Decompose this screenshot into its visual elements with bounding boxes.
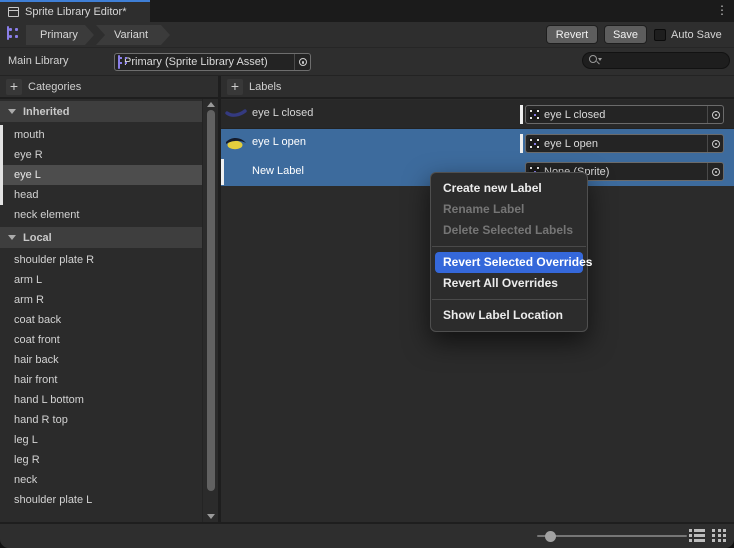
search-icon	[589, 55, 602, 66]
breadcrumb-variant[interactable]: Variant	[96, 25, 170, 45]
categories-list: Inherited mouth eye R eye L head neck el…	[0, 99, 218, 522]
sprite-library-editor-window: Sprite Library Editor* ⋮ Primary Variant…	[0, 0, 734, 548]
label-row-eye-l-closed[interactable]: eye L closed eye L closed	[221, 100, 734, 129]
search-input[interactable]	[605, 55, 705, 67]
group-name: Local	[23, 232, 52, 244]
category-item-hand-l-bottom[interactable]: hand L bottom	[0, 390, 203, 410]
category-item-arm-l[interactable]: arm L	[0, 270, 203, 290]
open-eye-thumbnail	[223, 132, 249, 155]
scrollbar-thumb[interactable]	[207, 110, 215, 491]
category-item-hair-back[interactable]: hair back	[0, 350, 203, 370]
menu-separator	[432, 299, 586, 300]
context-menu: Create new Label Rename Label Delete Sel…	[430, 172, 588, 332]
label-name: New Label	[252, 165, 304, 177]
override-marker	[520, 134, 523, 153]
auto-save-label: Auto Save	[671, 29, 722, 41]
categories-scrollbar[interactable]	[202, 99, 218, 522]
category-item-hair-front[interactable]: hair front	[0, 370, 203, 390]
menu-separator	[432, 246, 586, 247]
main-library-field-value: Primary (Sprite Library Asset)	[124, 56, 294, 68]
category-item-shoulder-plate-l[interactable]: shoulder plate L	[0, 490, 203, 510]
group-name: Inherited	[23, 106, 69, 118]
sprite-object-field[interactable]: eye L closed	[525, 105, 724, 124]
override-marker	[520, 105, 523, 124]
kebab-menu-icon[interactable]: ⋮	[715, 3, 729, 19]
chevron-down-icon	[8, 235, 16, 240]
breadcrumb-primary[interactable]: Primary	[26, 25, 94, 45]
category-item-leg-l[interactable]: leg L	[0, 430, 203, 450]
category-item-coat-back[interactable]: coat back	[0, 310, 203, 330]
labels-panel-title: Labels	[249, 81, 281, 93]
group-header-inherited[interactable]: Inherited	[0, 101, 203, 122]
category-item-coat-front[interactable]: coat front	[0, 330, 203, 350]
group-header-local[interactable]: Local	[0, 227, 203, 248]
category-item-eye-r[interactable]: eye R	[0, 145, 203, 165]
tab-sprite-library-editor[interactable]: Sprite Library Editor*	[0, 0, 150, 22]
category-item-eye-l[interactable]: eye L	[0, 165, 203, 185]
closed-eye-thumbnail	[223, 103, 249, 126]
revert-button[interactable]: Revert	[547, 26, 597, 43]
sprite-library-asset-icon	[118, 56, 120, 68]
category-item-hand-r-top[interactable]: hand R top	[0, 410, 203, 430]
grid-view-icon[interactable]	[712, 529, 729, 543]
save-button[interactable]: Save	[605, 26, 646, 43]
sprite-object-field[interactable]: eye L open	[525, 134, 724, 153]
sprite-library-editor-icon	[8, 7, 19, 17]
bottom-bar	[0, 522, 734, 548]
slider-thumb[interactable]	[545, 531, 556, 542]
override-marker	[0, 125, 3, 205]
add-category-button[interactable]: +	[6, 79, 22, 95]
category-item-shoulder-plate-r[interactable]: shoulder plate R	[0, 250, 203, 270]
label-row-eye-l-open[interactable]: eye L open eye L open	[221, 129, 734, 158]
category-item-neck[interactable]: neck	[0, 470, 203, 490]
sprite-field-value: eye L closed	[544, 109, 707, 121]
menu-item-delete-selected-labels: Delete Selected Labels	[431, 220, 587, 241]
thumbnail-zoom-slider[interactable]	[537, 535, 687, 537]
category-item-neck-element[interactable]: neck element	[0, 205, 203, 225]
auto-save-checkbox[interactable]	[654, 29, 666, 41]
add-label-button[interactable]: +	[227, 79, 243, 95]
category-item-mouth[interactable]: mouth	[0, 125, 203, 145]
sprite-library-asset-icon	[7, 27, 9, 39]
tab-title: Sprite Library Editor*	[25, 6, 127, 18]
main-library-label: Main Library	[8, 55, 69, 67]
scroll-up-icon[interactable]	[207, 102, 215, 107]
menu-item-rename-label: Rename Label	[431, 199, 587, 220]
object-picker-icon[interactable]	[707, 163, 723, 180]
panel-headers: + Categories + Labels	[0, 76, 734, 99]
search-field[interactable]	[582, 52, 730, 69]
sprite-icon	[529, 109, 540, 120]
category-item-arm-r[interactable]: arm R	[0, 290, 203, 310]
breadcrumb-label: Primary	[40, 29, 78, 41]
main-library-object-field[interactable]: Primary (Sprite Library Asset)	[114, 53, 311, 71]
breadcrumb-label: Variant	[114, 29, 148, 41]
override-marker	[221, 159, 224, 185]
sprite-field-value: eye L open	[544, 138, 707, 150]
menu-item-show-label-location[interactable]: Show Label Location	[431, 305, 587, 326]
categories-panel-title: Categories	[28, 81, 81, 93]
category-item-head[interactable]: head	[0, 185, 203, 205]
object-picker-icon[interactable]	[294, 54, 310, 70]
label-name: eye L open	[252, 136, 306, 148]
menu-item-revert-all-overrides[interactable]: Revert All Overrides	[431, 273, 587, 294]
tab-bar: Sprite Library Editor* ⋮	[0, 0, 734, 22]
scroll-down-icon[interactable]	[207, 514, 215, 519]
category-item-leg-r[interactable]: leg R	[0, 450, 203, 470]
object-picker-icon[interactable]	[707, 135, 723, 152]
sprite-icon	[529, 138, 540, 149]
label-name: eye L closed	[252, 107, 313, 119]
list-view-icon[interactable]	[689, 529, 706, 543]
object-picker-icon[interactable]	[707, 106, 723, 123]
menu-item-create-new-label[interactable]: Create new Label	[431, 178, 587, 199]
menu-item-revert-selected-overrides[interactable]: Revert Selected Overrides	[435, 252, 583, 273]
chevron-down-icon	[8, 109, 16, 114]
